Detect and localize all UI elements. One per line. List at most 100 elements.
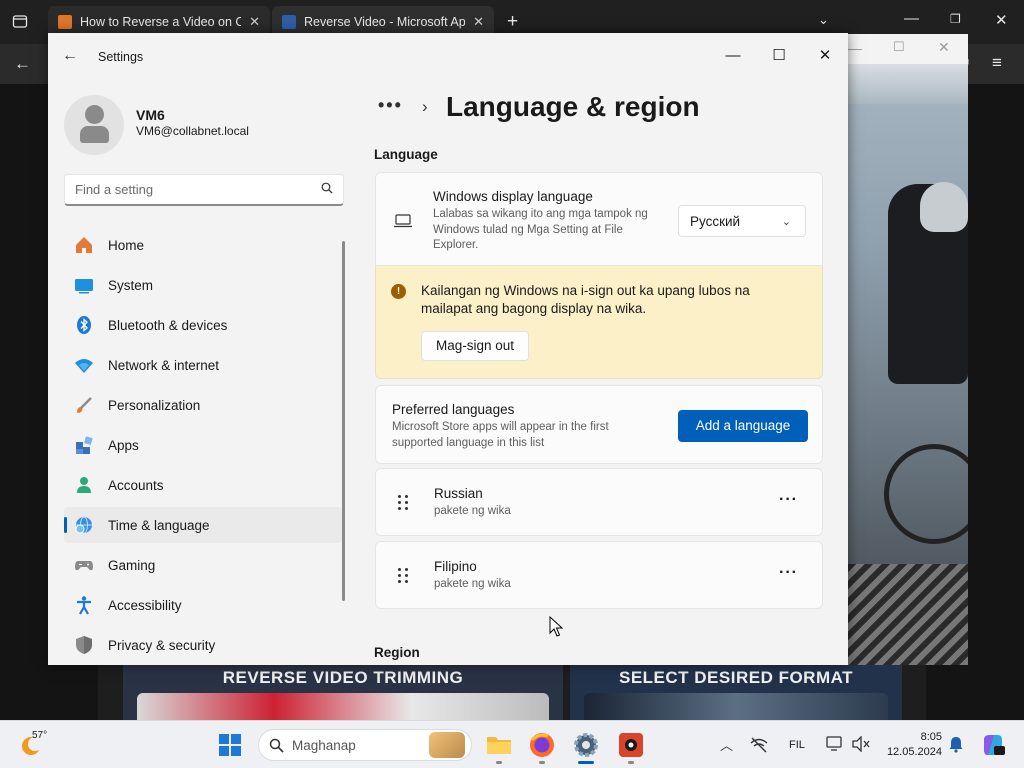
- warning-text: Kailangan ng Windows na i-sign out ka up…: [421, 283, 750, 316]
- bmx-rider-image: [848, 64, 968, 665]
- new-tab-button[interactable]: +: [507, 11, 518, 33]
- browser-menu-icon[interactable]: ≡: [992, 53, 1002, 73]
- add-language-button[interactable]: Add a language: [678, 410, 808, 442]
- nav-item-network[interactable]: Network & internet: [64, 347, 342, 383]
- weather-temperature: 57°: [32, 730, 48, 741]
- close-tab-icon[interactable]: ✕: [249, 14, 260, 30]
- language-subtitle: pakete ng wika: [434, 578, 511, 590]
- nav-item-label: Gaming: [108, 557, 156, 573]
- nav-item-label: Network & internet: [108, 357, 220, 373]
- nav-scrollbar[interactable]: [342, 241, 345, 601]
- avatar[interactable]: [64, 95, 124, 155]
- start-windows-icon[interactable]: [219, 734, 241, 761]
- minimize-button[interactable]: —: [710, 41, 756, 71]
- accessibility-icon: [74, 595, 94, 615]
- nav-item-accessibility[interactable]: Accessibility: [64, 587, 342, 623]
- input-language-indicator[interactable]: FIL: [789, 739, 805, 751]
- nav-item-apps[interactable]: Apps: [64, 427, 342, 463]
- display-language-title: Windows display language: [433, 189, 593, 204]
- preferred-languages-description: Microsoft Store apps will appear in the …: [392, 421, 609, 449]
- section-heading-language: Language: [374, 147, 438, 162]
- home-icon: [74, 235, 94, 255]
- section-heading-region: Region: [374, 645, 420, 660]
- more-options-icon[interactable]: ···: [779, 491, 798, 509]
- nav-item-system[interactable]: System: [64, 267, 342, 303]
- running-indicator: [496, 761, 502, 764]
- search-input[interactable]: [75, 175, 315, 203]
- tray-overflow-chevron-icon[interactable]: ︿: [720, 735, 733, 754]
- search-highlight-image: [429, 732, 465, 758]
- browser-close-icon[interactable]: ✕: [995, 11, 1008, 29]
- nav-item-privacy[interactable]: Privacy & security: [64, 627, 342, 663]
- browser-minimize-icon[interactable]: —: [904, 10, 919, 27]
- firefox-icon[interactable]: [528, 731, 556, 759]
- promo-banner-trimming: REVERSE VIDEO TRIMMING: [123, 665, 563, 720]
- nav-item-bluetooth[interactable]: Bluetooth & devices: [64, 307, 342, 343]
- preferred-languages-card: Preferred languages Microsoft Store apps…: [375, 385, 823, 464]
- nav-item-accounts[interactable]: Accounts: [64, 467, 342, 503]
- close-tab-icon[interactable]: ✕: [473, 14, 484, 30]
- tab-title: Reverse Video - Microsoft Apps: [304, 15, 466, 29]
- notification-bell-icon[interactable]: [949, 736, 963, 758]
- settings-search[interactable]: [64, 174, 344, 206]
- nav-item-label: Apps: [108, 437, 139, 453]
- maximize-button[interactable]: ☐: [756, 41, 802, 71]
- screen-recorder-icon[interactable]: [617, 731, 645, 759]
- search-icon[interactable]: [321, 182, 333, 194]
- banner-title: SELECT DESIRED FORMAT: [618, 668, 854, 687]
- tab-actions-icon[interactable]: [12, 13, 28, 33]
- nav-item-home[interactable]: Home: [64, 227, 342, 263]
- bg-maximize-icon[interactable]: ☐: [893, 39, 905, 55]
- search-icon: [269, 738, 284, 753]
- copilot-icon[interactable]: [980, 732, 1006, 763]
- nav-item-gaming[interactable]: Gaming: [64, 547, 342, 583]
- nav-item-label: Bluetooth & devices: [108, 317, 228, 333]
- bg-minimize-icon[interactable]: —: [848, 40, 862, 56]
- language-row-filipino[interactable]: Filipino pakete ng wika ···: [375, 541, 823, 609]
- promo-banner-format: SELECT DESIRED FORMAT: [570, 665, 902, 720]
- drag-handle-icon[interactable]: [398, 568, 408, 584]
- capcut-favicon-icon: [58, 15, 72, 29]
- taskbar-clock[interactable]: 8:05 12.05.2024: [882, 730, 942, 760]
- taskbar-search-label: Maghanap: [292, 738, 356, 753]
- clock-date: 12.05.2024: [886, 746, 942, 758]
- settings-gear-icon[interactable]: [572, 731, 600, 759]
- bg-close-icon[interactable]: ✕: [938, 39, 950, 56]
- taskbar: 57° Maghanap ︿ FIL 8:05 12.05.2024: [0, 720, 1024, 768]
- bluetooth-icon: [74, 315, 94, 335]
- nav-item-time-language[interactable]: Time & language: [64, 507, 342, 543]
- close-button[interactable]: ✕: [802, 41, 848, 71]
- page-title: Language & region: [446, 91, 700, 122]
- tab-title: How to Reverse a Video on CapCut: [80, 15, 242, 29]
- user-name: VM6: [136, 107, 165, 123]
- breadcrumb-overflow[interactable]: •••: [378, 95, 403, 116]
- preferred-languages-title: Preferred languages: [392, 402, 515, 417]
- file-explorer-icon[interactable]: [485, 731, 513, 759]
- language-row-russian[interactable]: Russian pakete ng wika ···: [375, 468, 823, 536]
- network-status-icon[interactable]: [750, 737, 768, 758]
- globe-clock-icon: [74, 515, 94, 535]
- tab-list-chevron-icon[interactable]: ⌄: [818, 12, 829, 28]
- language-subtitle: pakete ng wika: [434, 505, 511, 517]
- sign-out-button[interactable]: Mag-sign out: [421, 331, 529, 361]
- display-language-dropdown[interactable]: Русский ⌄: [678, 205, 806, 237]
- clock-time: 8:05: [920, 731, 942, 743]
- back-arrow-icon[interactable]: ←: [62, 47, 78, 65]
- background-window-titlebar: — ☐ ✕: [848, 34, 968, 64]
- browser-back-icon[interactable]: ←: [14, 54, 31, 74]
- dropdown-value: Русский: [690, 214, 741, 229]
- running-indicator: [539, 761, 545, 764]
- nav-item-personalization[interactable]: Personalization: [64, 387, 342, 423]
- breadcrumb-chevron-icon: ›: [422, 97, 428, 116]
- account-icon: [74, 475, 94, 495]
- volume-muted-icon[interactable]: [852, 735, 870, 757]
- microsoft-apps-favicon-icon: [282, 15, 296, 29]
- taskbar-search[interactable]: Maghanap: [258, 729, 472, 761]
- display-icon[interactable]: [826, 736, 844, 757]
- drag-handle-icon[interactable]: [398, 495, 408, 511]
- language-name: Filipino: [434, 559, 477, 574]
- laptop-icon: [393, 213, 413, 234]
- browser-restore-icon[interactable]: ❐: [950, 12, 961, 26]
- more-options-icon[interactable]: ···: [779, 564, 798, 582]
- chevron-down-icon: ⌄: [781, 216, 791, 228]
